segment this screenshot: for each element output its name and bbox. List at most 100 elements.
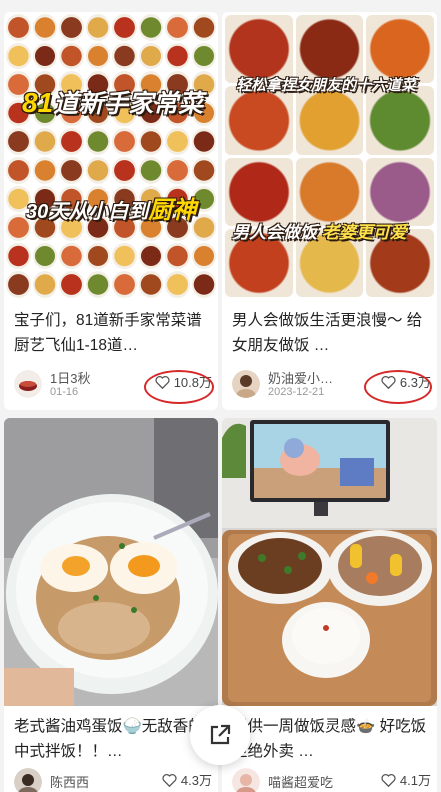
dish-thumbnail [225, 157, 293, 226]
post-date: 01-16 [50, 386, 79, 398]
dish-thumbnail [32, 156, 57, 184]
post-cover-3[interactable] [4, 418, 218, 706]
dish-thumbnail [366, 15, 434, 84]
like-count: 4.3万 [180, 773, 212, 788]
dish-thumbnail [191, 128, 216, 155]
dish-thumbnail [191, 42, 216, 70]
dish-thumbnail [112, 271, 137, 298]
dish-thumbnail [85, 242, 110, 270]
dish-thumbnail [59, 14, 84, 41]
dish-thumbnail [165, 42, 190, 70]
dish-collage [222, 12, 437, 300]
post-card-2[interactable]: 轻松拿捏女朋友的十六道菜 男人会做饭 老婆更可爱 男人会做饭生活更浪慢～ 给女朋… [222, 12, 437, 410]
dish-thumbnail [85, 156, 110, 184]
highlight-circle [144, 370, 214, 404]
dish-thumbnail [32, 14, 57, 41]
dish-thumbnail [112, 14, 137, 41]
notes-feed: 81道新手家常菜 30天从小白到厨神 宝子们，81道新手家常菜谱厨艺飞仙1-18… [0, 0, 441, 792]
author-name[interactable]: 陈西西 [50, 772, 89, 791]
dish-thumbnail [165, 271, 190, 298]
dish-thumbnail [138, 128, 163, 155]
dish-thumbnail [225, 86, 293, 155]
dish-thumbnail [59, 128, 84, 155]
dish-thumbnail [138, 42, 163, 70]
post-title[interactable]: 宝子们，81道新手家常菜谱厨艺飞仙1-18道… [4, 300, 218, 360]
post-title[interactable]: 男人会做饭生活更浪慢～ 给女朋友做饭 … [222, 300, 437, 360]
dish-thumbnail [6, 42, 31, 70]
post-card-1[interactable]: 81道新手家常菜 30天从小白到厨神 宝子们，81道新手家常菜谱厨艺飞仙1-18… [4, 12, 218, 410]
post-meta: 陈西西 4.3万 [14, 766, 212, 792]
post-title[interactable]: 老式酱油鸡蛋饭🍚无敌香的中式拌饭！！… [4, 706, 218, 766]
post-cover-4[interactable] [222, 418, 437, 706]
dish-thumbnail [59, 271, 84, 298]
post-date: 2023-12-21 [268, 386, 325, 398]
dish-thumbnail [295, 15, 364, 84]
dish-thumbnail [6, 271, 31, 298]
like-count: 4.1万 [399, 773, 431, 788]
dish-thumbnail [59, 242, 84, 270]
post-card-4[interactable]: 提供一周做饭灵感🍲 好吃饭 拒绝外卖 … 喵酱超爱吃 4.1万 [222, 418, 437, 792]
dish-thumbnail [225, 15, 293, 84]
cover-subheadline: 男人会做饭 老婆更可爱 [232, 223, 407, 242]
dish-thumbnail [32, 42, 57, 70]
dish-thumbnail [85, 271, 110, 298]
cover-headline: 81道新手家常菜 [22, 87, 204, 118]
dish-thumbnail [138, 14, 163, 41]
rice-bowl-photo [4, 418, 218, 706]
cover-headline: 轻松拿捏女朋友的十六道菜 [236, 77, 417, 94]
dish-thumbnail [138, 156, 163, 184]
heart-icon [162, 773, 177, 787]
dish-thumbnail [112, 128, 137, 155]
dish-thumbnail [295, 157, 364, 226]
avatar[interactable] [14, 370, 42, 398]
dish-thumbnail [191, 271, 216, 298]
avatar[interactable] [232, 768, 260, 792]
dish-thumbnail [6, 128, 31, 155]
dish-thumbnail [32, 242, 57, 270]
dish-thumbnail [6, 14, 31, 41]
heart-icon [381, 773, 396, 787]
dish-thumbnail [191, 242, 216, 270]
post-meta: 喵酱超爱吃 4.1万 [232, 766, 431, 792]
avatar[interactable] [232, 370, 260, 398]
dish-thumbnail [112, 42, 137, 70]
dish-thumbnail [59, 42, 84, 70]
dish-thumbnail [366, 86, 434, 155]
dish-thumbnail [85, 14, 110, 41]
dish-thumbnail [295, 86, 364, 155]
like-button[interactable]: 4.3万 [162, 770, 212, 789]
post-cover-1[interactable]: 81道新手家常菜 30天从小白到厨神 [4, 12, 218, 300]
post-cover-2[interactable]: 轻松拿捏女朋友的十六道菜 男人会做饭 老婆更可爱 [222, 12, 437, 300]
dish-collage [4, 12, 218, 300]
dish-thumbnail [59, 156, 84, 184]
author-name[interactable]: 奶油爱小… [268, 368, 333, 387]
dish-thumbnail [138, 271, 163, 298]
author-name[interactable]: 喵酱超爱吃 [268, 772, 333, 791]
cover-subheadline: 30天从小白到厨神 [26, 197, 197, 224]
post-card-3[interactable]: 老式酱油鸡蛋饭🍚无敌香的中式拌饭！！… 陈西西 4.3万 [4, 418, 218, 792]
dish-thumbnail [366, 157, 434, 226]
dish-thumbnail [165, 156, 190, 184]
highlight-circle [364, 370, 432, 404]
dish-thumbnail [138, 242, 163, 270]
dish-thumbnail [85, 42, 110, 70]
dish-thumbnail [85, 128, 110, 155]
post-title[interactable]: 提供一周做饭灵感🍲 好吃饭 拒绝外卖 … [222, 706, 437, 766]
share-icon [210, 724, 231, 745]
avatar[interactable] [14, 768, 42, 792]
author-name[interactable]: 1日3秋 [50, 368, 90, 387]
dish-thumbnail [32, 128, 57, 155]
meal-tray-photo [222, 418, 437, 706]
dish-thumbnail [32, 271, 57, 298]
dish-thumbnail [191, 14, 216, 41]
dish-thumbnail [165, 14, 190, 41]
share-button[interactable] [190, 705, 250, 765]
dish-thumbnail [6, 156, 31, 184]
dish-thumbnail [165, 242, 190, 270]
dish-thumbnail [112, 242, 137, 270]
dish-thumbnail [6, 242, 31, 270]
dish-thumbnail [191, 156, 216, 184]
like-button[interactable]: 4.1万 [381, 770, 431, 789]
dish-thumbnail [165, 128, 190, 155]
dish-thumbnail [112, 156, 137, 184]
